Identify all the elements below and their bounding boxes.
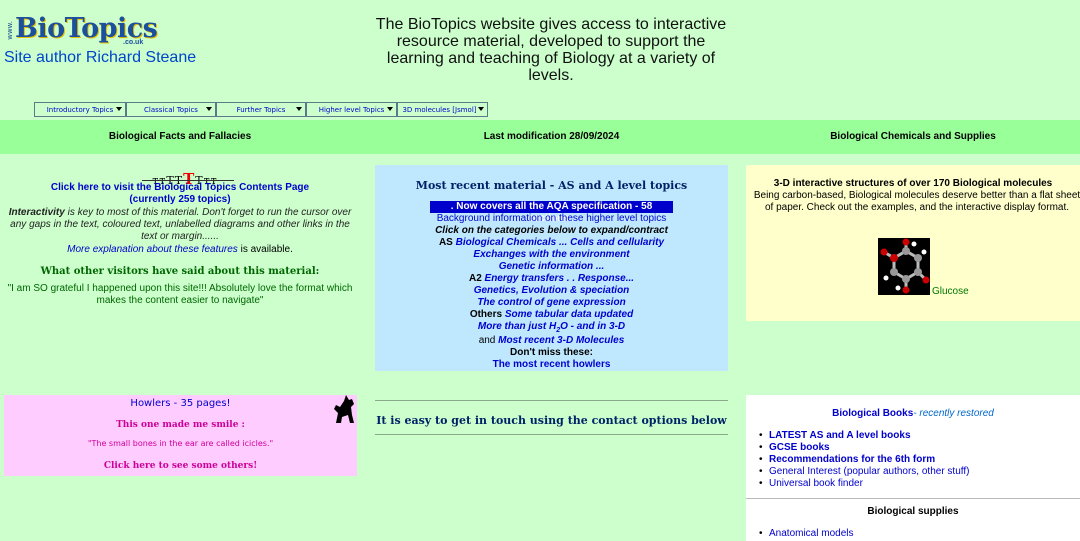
menu-classical-topics[interactable]: Classical Topics	[126, 102, 216, 117]
contents-page-link[interactable]: Click here to visit the Biological Topic…	[0, 182, 360, 206]
last-modification: Last modification 28/09/2024	[483, 131, 620, 142]
interactivity-word: Interactivity	[8, 207, 65, 218]
tabular-data-link[interactable]: Some tabular data updated	[505, 309, 633, 320]
menu-label: 3D molecules [Jsmol]	[402, 105, 477, 114]
glucose-molecule-image[interactable]	[878, 238, 930, 295]
books-heading: Biological Books- recently restored	[746, 408, 1080, 419]
more-explanation-link[interactable]: More explanation about these features	[67, 244, 238, 255]
a2-topics-link[interactable]: Energy transfers . . Response...	[485, 273, 635, 284]
list-item[interactable]: Recommendations for the 6th form	[759, 454, 969, 466]
site-author: Site author Richard Steane	[4, 49, 197, 66]
3d-structures-text: Being carbon-based, Biological molecules…	[753, 190, 1080, 213]
logo-couk: .co.uk	[123, 39, 144, 46]
book-link-label: Recommendations for the 6th form	[769, 454, 936, 465]
topics-count: (currently 259 topics)	[129, 194, 231, 205]
divider	[375, 400, 728, 401]
divider	[746, 498, 1080, 499]
list-item[interactable]: LATEST AS and A level books	[759, 430, 969, 442]
as-label: AS	[438, 237, 456, 248]
book-link-label: Universal book finder	[769, 478, 863, 489]
contents-link-text: Click here to visit the Biological Topic…	[50, 182, 310, 193]
exchanges-row: Exchanges with the environment	[375, 249, 728, 261]
logo-www: www.	[6, 21, 14, 40]
control-row: The control of gene expression	[375, 297, 728, 309]
intro-text: The BioTopics website gives access to in…	[375, 16, 727, 84]
more-explanation-text: is available.	[237, 244, 293, 255]
interactivity-note: Interactivity is key to most of this mat…	[3, 207, 357, 243]
contact-note: It is easy to get in touch using the con…	[376, 414, 727, 427]
recent-howlers-link[interactable]: The most recent howlers	[375, 359, 728, 371]
menu-introductory-topics[interactable]: Introductory Topics	[34, 102, 126, 117]
supplies-heading: Biological supplies	[867, 506, 959, 517]
water-link-after: O - and in 3-D	[560, 321, 626, 332]
a2-label: A2	[468, 273, 485, 284]
as-row: AS Biological Chemicals ... Cells and ce…	[375, 237, 728, 249]
smile-heading: This one made me smile :	[116, 420, 245, 430]
others-row: Others Some tabular data updated	[375, 309, 728, 321]
menu-higher-level-topics[interactable]: Higher level Topics	[306, 102, 397, 117]
molecule-icon	[880, 238, 930, 294]
as-topics-link[interactable]: Biological Chemicals ... Cells and cellu…	[456, 237, 664, 248]
book-link-label: General Interest (popular authors, other…	[769, 466, 970, 477]
recent-3d-link[interactable]: Most recent 3-D Molecules	[498, 335, 624, 346]
chevron-down-icon	[206, 107, 212, 111]
chevron-down-icon	[296, 107, 302, 111]
menu-label: Introductory Topics	[46, 105, 114, 114]
others-label: Others	[469, 309, 505, 320]
menu-label: Higher level Topics	[318, 105, 385, 114]
howlers-title[interactable]: Howlers - 35 pages!	[4, 398, 357, 409]
exchanges-link[interactable]: Exchanges with the environment	[473, 249, 629, 260]
wolf-icon	[334, 395, 354, 423]
see-others-link[interactable]: Click here to see some others!	[4, 461, 357, 471]
divider	[375, 434, 728, 435]
anatomical-models-link[interactable]: Anatomical models	[759, 528, 854, 539]
list-item[interactable]: GCSE books	[759, 442, 969, 454]
facts-fallacies-heading: Biological Facts and Fallacies	[108, 131, 252, 142]
howlers-panel: Howlers - 35 pages! This one made me smi…	[4, 395, 357, 476]
glucose-link[interactable]: Glucose	[932, 286, 969, 297]
recent-material-title: Most recent material - AS and A level to…	[415, 179, 688, 192]
background-info-link[interactable]: Background information on these higher l…	[375, 213, 728, 225]
menu-label: Classical Topics	[144, 105, 198, 114]
genetics-evolution-link[interactable]: Genetics, Evolution & speciation	[474, 285, 630, 296]
dont-miss-label: Don't miss these:	[510, 347, 593, 358]
menu-label: Further Topics	[236, 105, 286, 114]
section-header-bar: Biological Facts and Fallacies Last modi…	[0, 120, 1080, 154]
menu-further-topics[interactable]: Further Topics	[216, 102, 306, 117]
aqa-spec-link[interactable]: . Now covers all the AQA specification -…	[430, 201, 673, 224]
and-label: and	[478, 335, 499, 346]
visitor-quote: "I am SO grateful I happened upon this s…	[7, 283, 353, 306]
divider	[142, 180, 234, 181]
more-explanation: More explanation about these features is…	[0, 244, 360, 256]
genetic-info-link[interactable]: Genetic information ...	[499, 261, 605, 272]
3d-structures-title: 3-D interactive structures of over 170 B…	[773, 178, 1053, 189]
genetics-row: Genetics, Evolution & speciation	[375, 285, 728, 297]
list-item[interactable]: Universal book finder	[759, 478, 969, 490]
books-title-link[interactable]: Biological Books	[832, 408, 913, 419]
books-list: LATEST AS and A level books GCSE books R…	[759, 430, 970, 490]
howler-example: "The small bones in the ear are called i…	[87, 439, 274, 448]
recent-material-panel: Most recent material - AS and A level to…	[375, 165, 728, 371]
gene-expression-link[interactable]: The control of gene expression	[477, 297, 625, 308]
biotopics-logo[interactable]: www. BioTopics .co.uk	[6, 13, 166, 51]
water-link-text: More than just H	[477, 321, 557, 332]
chevron-down-icon	[478, 107, 484, 111]
chemicals-supplies-heading: Biological Chemicals and Supplies	[830, 131, 996, 142]
chevron-down-icon	[387, 107, 393, 111]
book-link-label: GCSE books	[769, 442, 830, 453]
books-subtitle: - recently restored	[913, 408, 994, 419]
menu-3d-molecules[interactable]: 3D molecules [Jsmol]	[397, 102, 488, 117]
book-link-label: LATEST AS and A level books	[769, 430, 911, 441]
expand-instruction: Click on the categories below to expand/…	[435, 225, 668, 236]
molecules-row: and Most recent 3-D Molecules	[375, 335, 728, 347]
a2-row: A2 Energy transfers . . Response...	[375, 273, 728, 285]
genetic-row: Genetic information ...	[375, 261, 728, 273]
chevron-down-icon	[116, 107, 122, 111]
list-item[interactable]: General Interest (popular authors, other…	[759, 466, 970, 478]
visitors-heading: What other visitors have said about this…	[40, 266, 320, 277]
